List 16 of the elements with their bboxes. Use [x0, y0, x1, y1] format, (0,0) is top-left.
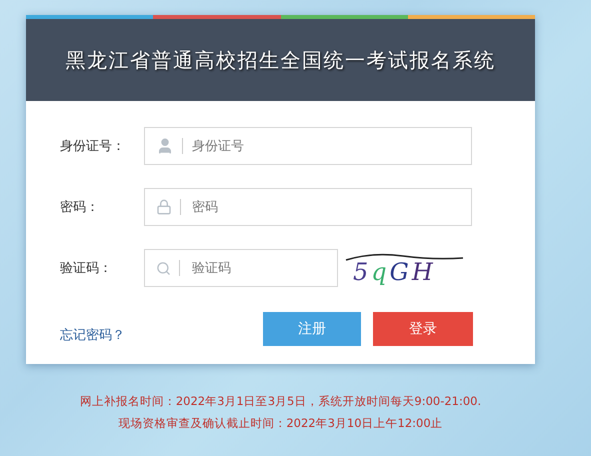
user-icon [156, 137, 174, 155]
field-label: 密码： [60, 199, 100, 216]
notice-text: 现场资格审查及确认截止时间：2022年3月10日上午12:00止 [118, 416, 443, 431]
login-button[interactable]: 登录 [373, 312, 473, 346]
system-title: 黑龙江省普通高校招生全国统一考试报名系统 [66, 46, 496, 74]
field-label: 验证码： [60, 260, 113, 277]
input-field[interactable]: 验证码 [144, 249, 338, 287]
notice-text: 网上补报名时间：2022年3月1日至3月5日，系统开放时间每天9:00-21:00. [80, 394, 482, 409]
forgot-password-link[interactable]: 忘记密码？ [60, 326, 125, 344]
input-field[interactable]: 身份证号 [144, 127, 472, 165]
register-button[interactable]: 注册 [263, 312, 361, 346]
lock-icon [156, 199, 172, 215]
captcha-image: 5qGH [343, 251, 469, 285]
search-icon [156, 260, 171, 276]
input-field[interactable]: 密码 [144, 188, 472, 226]
field-label: 身份证号： [60, 138, 126, 155]
